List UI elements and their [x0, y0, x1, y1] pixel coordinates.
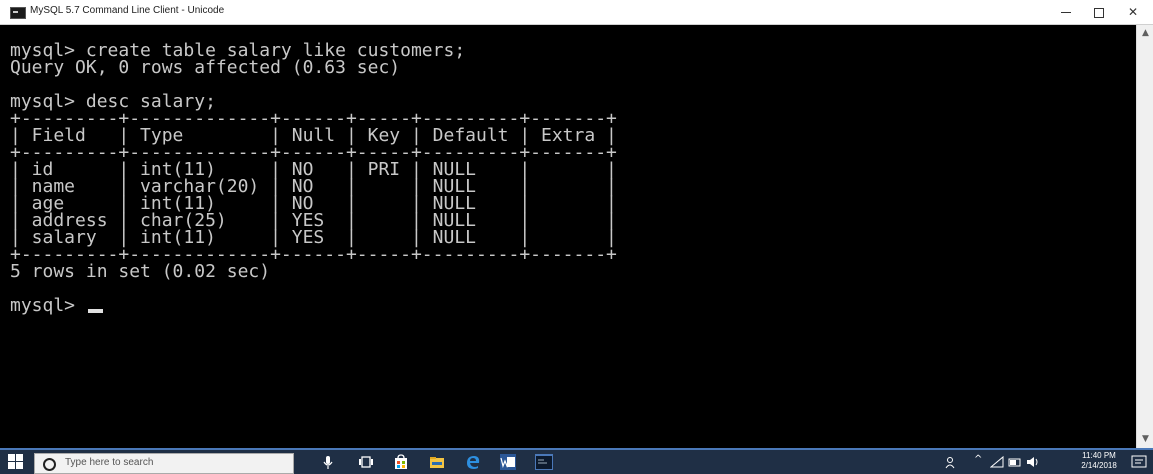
window-title: MySQL 5.7 Command Line Client - Unicode	[30, 5, 225, 16]
notification-icon[interactable]	[1131, 454, 1147, 470]
text-cursor	[87, 309, 103, 313]
close-button[interactable]: ✕	[1114, 0, 1152, 24]
battery-icon[interactable]	[1008, 454, 1022, 470]
tray-overflow-icon[interactable]: ^	[974, 454, 982, 465]
search-icon	[43, 458, 56, 471]
app-console-icon[interactable]	[10, 7, 26, 19]
search-placeholder: Type here to search	[65, 457, 154, 468]
console-text: mysql> create table salary like customer…	[10, 40, 617, 316]
clock-date: 2/14/2018	[1081, 461, 1117, 470]
title-bar: MySQL 5.7 Command Line Client - Unicode …	[0, 0, 1153, 25]
scroll-up-icon[interactable]: ▲	[1137, 25, 1153, 42]
volume-icon[interactable]	[1026, 454, 1040, 470]
taskbar: Type here to search ^ 11:40 PM 2/14/2018	[0, 448, 1153, 474]
network-icon[interactable]	[990, 454, 1004, 470]
maximize-button[interactable]	[1080, 0, 1118, 24]
microphone-icon[interactable]	[320, 454, 336, 470]
console-taskbar-icon[interactable]	[535, 454, 553, 470]
console-area[interactable]: mysql> create table salary like customer…	[0, 25, 1136, 448]
taskbar-search-box[interactable]: Type here to search	[34, 453, 294, 474]
windows-start-icon[interactable]	[8, 454, 24, 470]
vertical-scrollbar[interactable]: ▲ ▼	[1136, 25, 1153, 448]
people-icon[interactable]	[945, 454, 959, 470]
file-explorer-icon[interactable]	[429, 454, 445, 470]
clock-time: 11:40 PM	[1082, 451, 1116, 460]
store-icon[interactable]	[393, 454, 409, 470]
minimize-icon	[1061, 12, 1071, 13]
task-view-icon[interactable]	[358, 454, 374, 470]
edge-icon[interactable]	[465, 454, 481, 470]
scroll-down-icon[interactable]: ▼	[1137, 431, 1153, 448]
console-output: mysql> create table salary like customer…	[10, 40, 617, 316]
taskbar-clock[interactable]: 11:40 PM 2/14/2018	[1075, 451, 1123, 471]
maximize-icon	[1094, 7, 1104, 18]
word-icon[interactable]	[500, 454, 516, 470]
